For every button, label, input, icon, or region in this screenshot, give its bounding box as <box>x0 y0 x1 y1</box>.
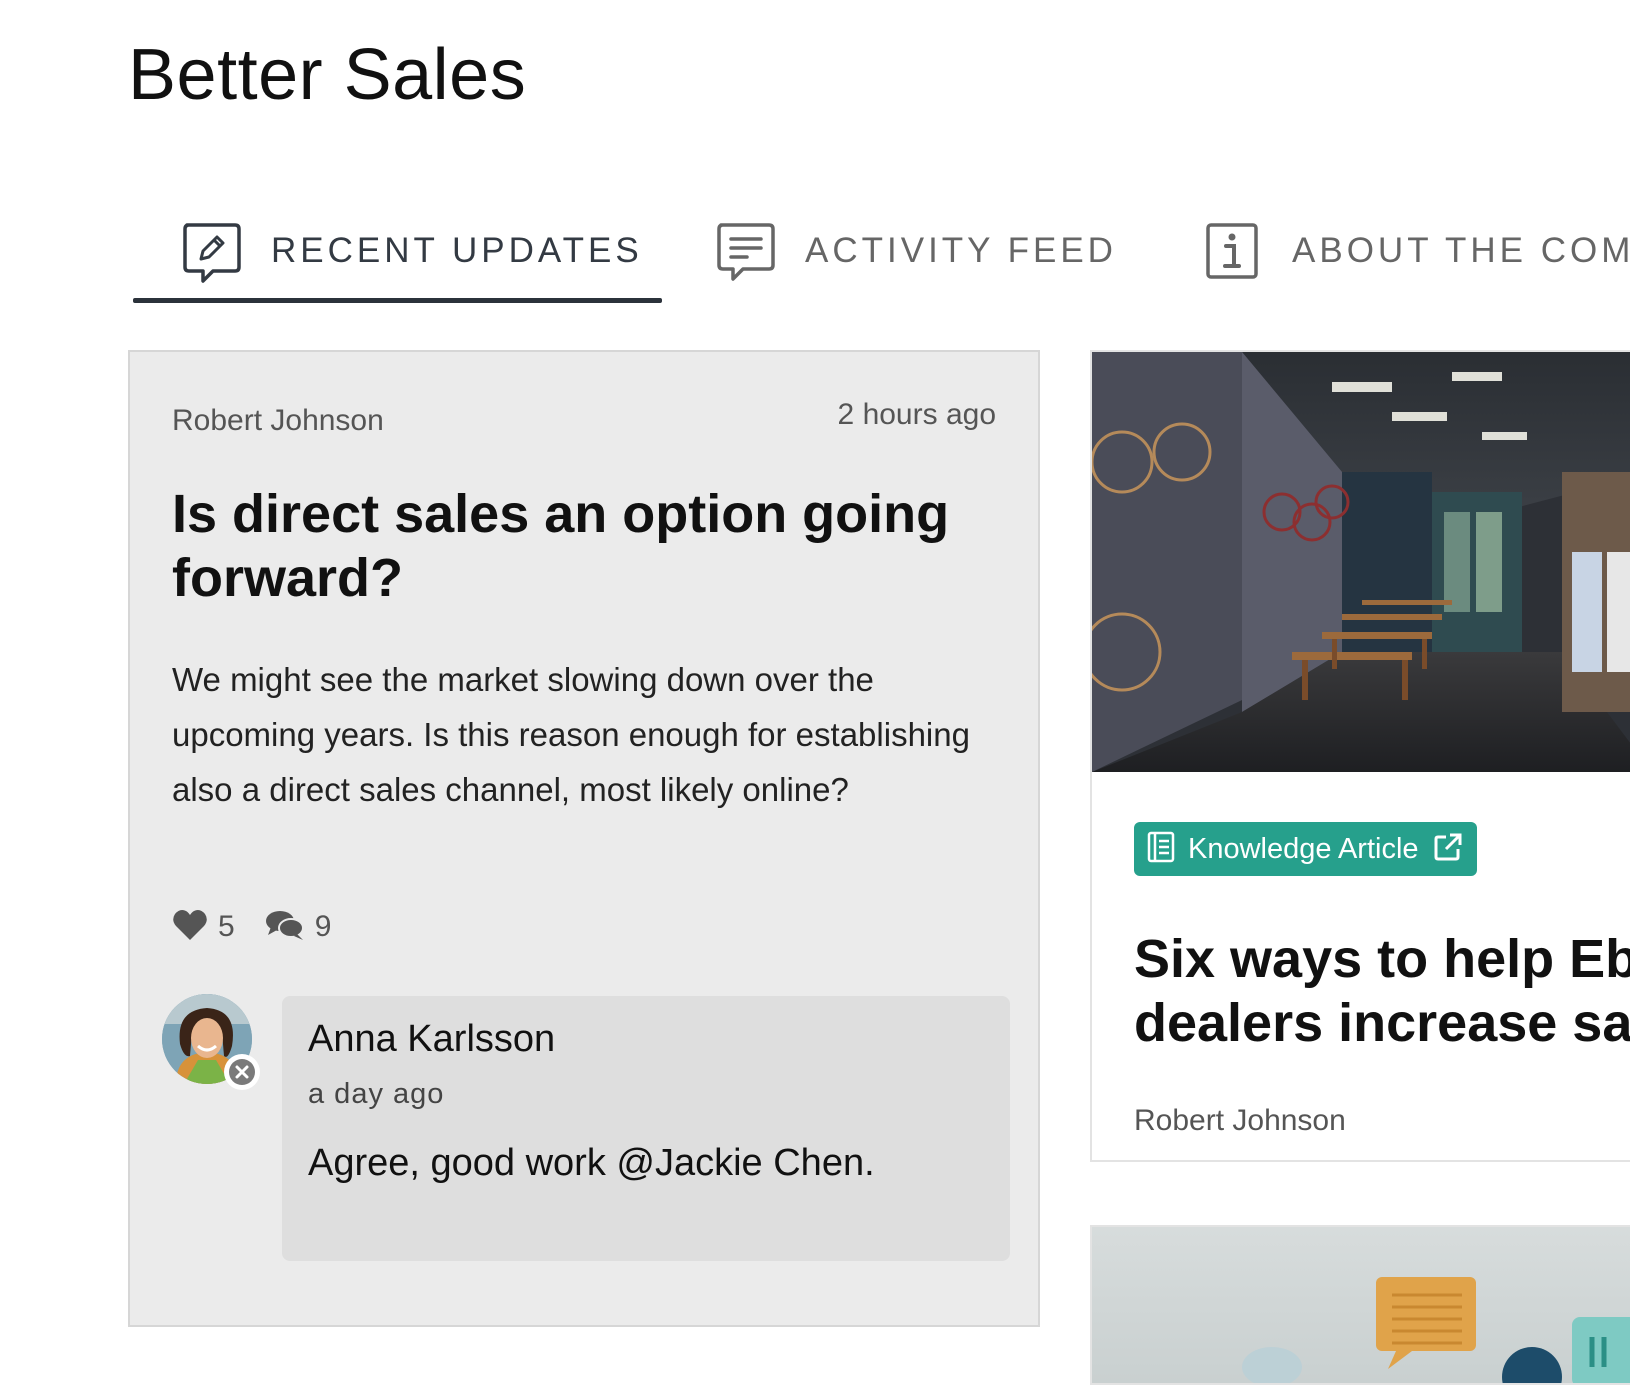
post-author[interactable]: Robert Johnson <box>172 404 384 438</box>
article-card-partial[interactable] <box>1090 1225 1630 1385</box>
post-timestamp: 2 hours ago <box>837 398 996 431</box>
article-author[interactable]: Robert Johnson <box>1134 1104 1346 1138</box>
comment-bubble: Anna Karlsson a day ago Agree, good work… <box>282 996 1010 1261</box>
post-title[interactable]: Is direct sales an option going forward? <box>172 482 992 610</box>
post-stats: 5 9 <box>172 907 361 947</box>
tab-label: ABOUT THE COMM <box>1292 230 1630 270</box>
article-title-line-1: Six ways to help Ebi <box>1134 929 1630 989</box>
book-icon <box>1146 831 1176 868</box>
heart-icon <box>172 908 208 947</box>
tab-activity-feed[interactable]: ACTIVITY FEED <box>713 198 1133 303</box>
post-body: We might see the market slowing down ove… <box>172 661 970 808</box>
external-link-icon <box>1433 832 1463 867</box>
article-image-illustration <box>1242 1277 1630 1383</box>
page-title: Better Sales <box>128 35 527 115</box>
tab-bar: RECENT UPDATES ACTIVITY FEED ABOUT THE C… <box>133 198 1630 303</box>
knowledge-article-badge[interactable]: Knowledge Article <box>1134 822 1477 876</box>
tab-recent-updates[interactable]: RECENT UPDATES <box>133 198 662 303</box>
tab-about-community[interactable]: ABOUT THE COMM <box>1200 198 1630 303</box>
comments-icon <box>265 908 305 947</box>
like-count: 5 <box>218 910 235 943</box>
comments-button[interactable]: 9 <box>265 908 332 947</box>
comment-count: 9 <box>314 910 332 943</box>
post-card[interactable]: Robert Johnson 2 hours ago Is direct sal… <box>128 350 1040 1327</box>
comment-text: Agree, good work @Jackie Chen. <box>308 1142 875 1184</box>
presence-offline-icon <box>224 1054 260 1090</box>
article-title[interactable]: Six ways to help Ebi dealers increase sa <box>1134 927 1630 1055</box>
tab-label: RECENT UPDATES <box>271 230 643 270</box>
edit-comment-icon <box>179 219 243 283</box>
commenter-avatar[interactable] <box>162 994 262 1094</box>
badge-label: Knowledge Article <box>1188 832 1419 865</box>
tab-label: ACTIVITY FEED <box>805 230 1117 270</box>
comment-lines-icon <box>713 219 777 283</box>
comment-timestamp: a day ago <box>308 1078 445 1110</box>
info-icon <box>1200 219 1264 283</box>
like-button[interactable]: 5 <box>172 908 235 947</box>
article-image-bike-shop <box>1092 352 1630 772</box>
comment-author[interactable]: Anna Karlsson <box>308 1018 555 1061</box>
article-title-line-2: dealers increase sa <box>1134 993 1630 1053</box>
article-card[interactable]: Knowledge Article Six ways to help Ebi d… <box>1090 350 1630 1162</box>
